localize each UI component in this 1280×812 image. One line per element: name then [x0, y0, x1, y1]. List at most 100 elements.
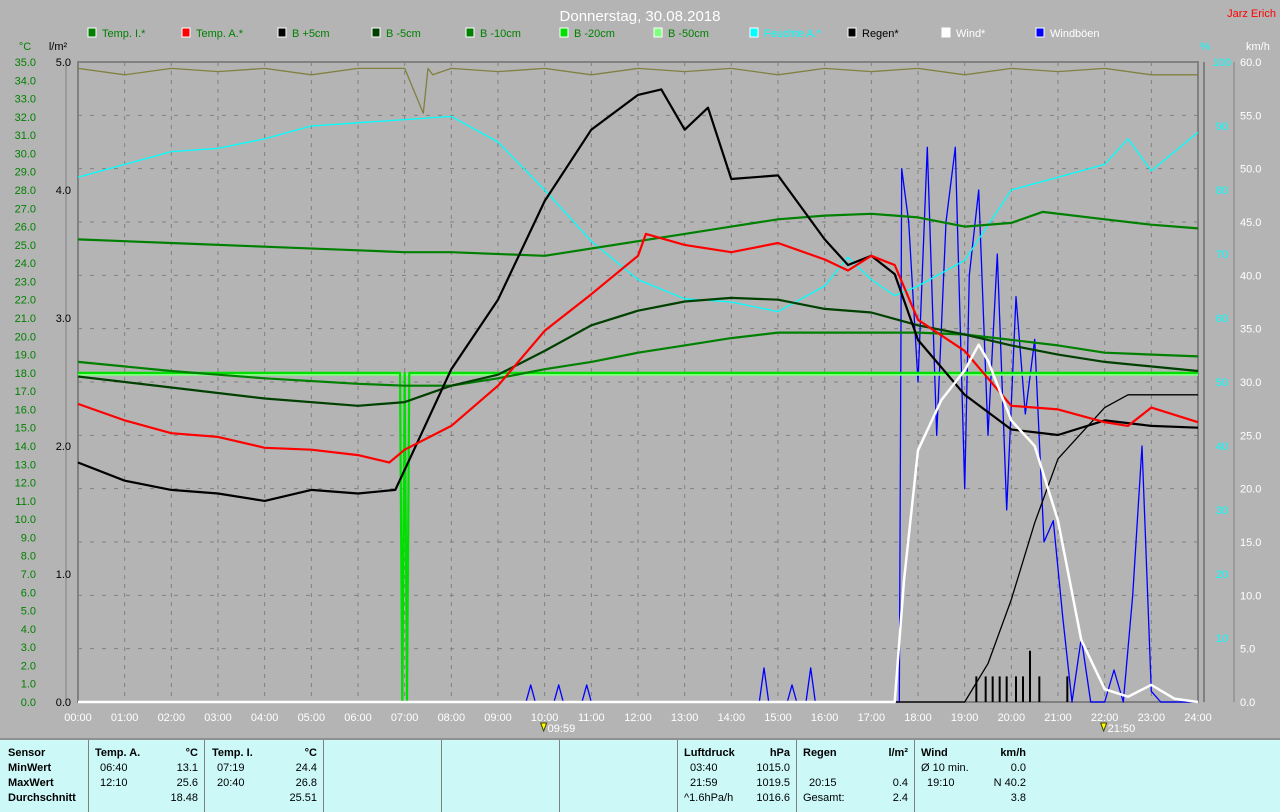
legend-label: B -20cm — [574, 28, 615, 40]
temp-tick-label: 5.0 — [21, 606, 36, 618]
rain-tick-label: 4.0 — [56, 185, 71, 197]
temp-tick-label: 7.0 — [21, 569, 36, 581]
temp-tick-label: 34.0 — [15, 75, 36, 87]
wind-tick-label: 35.0 — [1240, 324, 1261, 336]
x-tick-label: 14:00 — [718, 712, 746, 724]
temp-tick-label: 2.0 — [21, 660, 36, 672]
humidity-tick-label: 80 — [1216, 185, 1228, 197]
legend-swatch — [749, 27, 759, 38]
x-tick-label: 06:00 — [344, 712, 372, 724]
temp-tick-label: 17.0 — [15, 386, 36, 398]
temp-i-header: Temp. I. — [212, 747, 253, 759]
empty-column — [324, 740, 442, 812]
rain-total: 2.4 — [892, 792, 908, 804]
x-tick-label: 23:00 — [1138, 712, 1166, 724]
legend-label: Regen* — [862, 28, 899, 40]
pressure-min-value: 1015.0 — [756, 762, 790, 774]
chart-title: Donnerstag, 30.08.2018 — [560, 8, 721, 25]
temp-i-avg: 25.51 — [289, 792, 317, 804]
x-tick-label: 21:00 — [1044, 712, 1072, 724]
x-tick-label: 18:00 — [904, 712, 932, 724]
x-tick-label: 08:00 — [438, 712, 466, 724]
temp-tick-label: 29.0 — [15, 167, 36, 179]
pressure-header: Luftdruck — [684, 747, 735, 759]
legend-label: Windböen — [1050, 28, 1100, 40]
legend-swatch — [559, 27, 569, 38]
rain-tick-label: 1.0 — [56, 569, 71, 581]
x-tick-label: 04:00 — [251, 712, 279, 724]
wind-column: Wind km/h Ø 10 min. 0.0 19:10 N 40.2 3.8 — [915, 740, 1032, 812]
pressure-trend: ^1.6hPa/h — [684, 792, 734, 804]
x-tick-label: 24:00 — [1184, 712, 1212, 724]
temp-a-unit: °C — [185, 747, 198, 759]
temp-tick-label: 4.0 — [21, 624, 36, 636]
temp-tick-label: 8.0 — [21, 551, 36, 563]
rain-tick-label: 0.0 — [56, 697, 71, 709]
temp-tick-label: 21.0 — [15, 313, 36, 325]
x-tick-label: 03:00 — [204, 712, 232, 724]
wind-tick-label: 45.0 — [1240, 217, 1261, 229]
temp-tick-label: 31.0 — [15, 130, 36, 142]
legend-label: Wind* — [956, 28, 986, 40]
temp-a-header: Temp. A. — [95, 747, 141, 759]
temp-tick-label: 25.0 — [15, 240, 36, 252]
rain-header: Regen — [803, 747, 837, 759]
temp-tick-label: 13.0 — [15, 459, 36, 471]
marker-time: 21:50 — [1108, 723, 1136, 735]
humidity-tick-label: 10 — [1216, 633, 1228, 645]
wind-tick-label: 55.0 — [1240, 110, 1261, 122]
max-label: MaxWert — [8, 777, 54, 789]
legend-swatch — [371, 27, 381, 38]
lightning-icon — [1099, 722, 1108, 733]
wind-tick-label: 5.0 — [1240, 644, 1255, 656]
x-tick-label: 12:00 — [624, 712, 652, 724]
legend-label: Temp. I.* — [102, 28, 146, 40]
wind-axis-label: km/h — [1246, 41, 1270, 53]
temp-tick-label: 28.0 — [15, 185, 36, 197]
wind-tick-label: 20.0 — [1240, 484, 1261, 496]
humidity-tick-label: 90 — [1216, 121, 1228, 133]
rain-tick-label: 5.0 — [56, 57, 71, 69]
legend-label: B -5cm — [386, 28, 421, 40]
marker-time: 09:59 — [548, 723, 576, 735]
humidity-tick-label: 100 — [1213, 57, 1231, 69]
x-tick-label: 07:00 — [391, 712, 419, 724]
legend-label: B -10cm — [480, 28, 521, 40]
x-tick-label: 15:00 — [764, 712, 792, 724]
wind-tick-label: 15.0 — [1240, 537, 1261, 549]
wind-max-time: 19:10 — [927, 777, 955, 789]
temp-i-min-value: 24.4 — [295, 762, 317, 774]
temp-tick-label: 19.0 — [15, 350, 36, 362]
legend-swatch — [941, 27, 951, 38]
temp-a-min-value: 13.1 — [176, 762, 198, 774]
humidity-tick-label: 60 — [1216, 313, 1228, 325]
temp-tick-label: 9.0 — [21, 532, 36, 544]
temp-axis-label: °C — [19, 41, 31, 53]
temp-a-min-time: 06:40 — [100, 762, 128, 774]
temp-tick-label: 32.0 — [15, 112, 36, 124]
wind-tick-label: 60.0 — [1240, 57, 1261, 69]
temp-tick-label: 15.0 — [15, 423, 36, 435]
pressure-min-time: 03:40 — [690, 762, 718, 774]
legend-swatch — [1035, 27, 1045, 38]
temp-i-min-time: 07:19 — [217, 762, 245, 774]
pressure-max-time: 21:59 — [690, 777, 718, 789]
temp-i-max-time: 20:40 — [217, 777, 245, 789]
pressure-unit: hPa — [769, 747, 790, 759]
x-tick-label: 16:00 — [811, 712, 839, 724]
x-tick-label: 05:00 — [298, 712, 326, 724]
wind-unit: km/h — [1000, 747, 1026, 759]
legend-label: B +5cm — [292, 28, 330, 40]
temp-tick-label: 35.0 — [15, 57, 36, 69]
weather-chart: Donnerstag, 30.08.2018 Jarz Erich 00:00 0… — [15, 8, 1276, 735]
temp-tick-label: 3.0 — [21, 642, 36, 654]
temp-tick-label: 24.0 — [15, 258, 36, 270]
wind-tick-label: 10.0 — [1240, 590, 1261, 602]
wind-avg10-label: Ø 10 min. — [921, 762, 969, 774]
wind-avg10: 0.0 — [1010, 762, 1026, 774]
x-tick-label: 09:00 — [484, 712, 512, 724]
temp-tick-label: 18.0 — [15, 368, 36, 380]
rain-axis-label: l/m² — [49, 41, 68, 53]
wind-tick-label: 25.0 — [1240, 430, 1261, 442]
temp-tick-label: 16.0 — [15, 404, 36, 416]
